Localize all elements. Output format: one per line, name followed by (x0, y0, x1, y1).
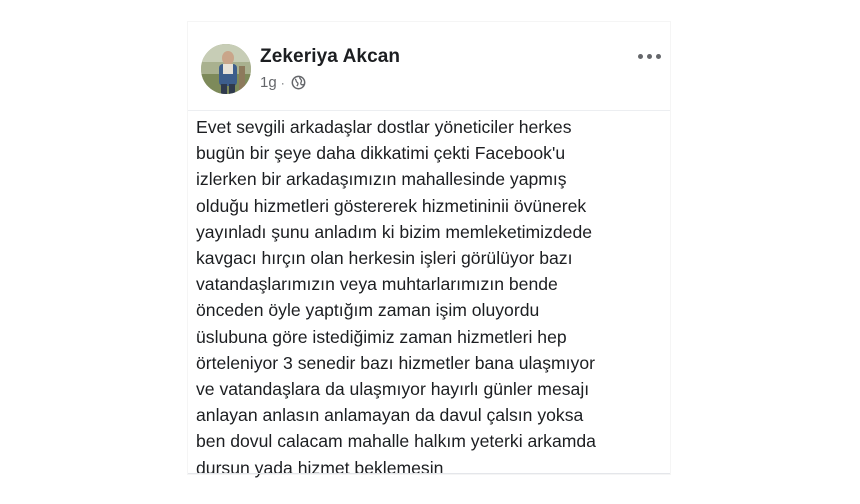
more-options-icon-dot (646, 53, 652, 59)
avatar[interactable] (201, 44, 251, 94)
post-timestamp[interactable]: 1g (260, 74, 277, 91)
card-bottom-divider (188, 473, 670, 474)
header-divider (188, 110, 670, 111)
avatar-photo (201, 44, 251, 94)
post-text: Evet sevgili arkadaşlar dostlar yönetici… (196, 117, 596, 478)
author-name[interactable]: Zekeriya Akcan (260, 46, 400, 68)
more-options-button[interactable] (634, 46, 664, 66)
more-options-icon-dot (655, 53, 661, 59)
post-card: Zekeriya Akcan 1g · Evet sevgili arkadaş… (188, 22, 670, 478)
globe-icon[interactable] (291, 75, 306, 90)
post-meta: 1g · (260, 74, 306, 91)
more-options-icon (637, 53, 643, 59)
meta-separator: · (280, 75, 285, 90)
